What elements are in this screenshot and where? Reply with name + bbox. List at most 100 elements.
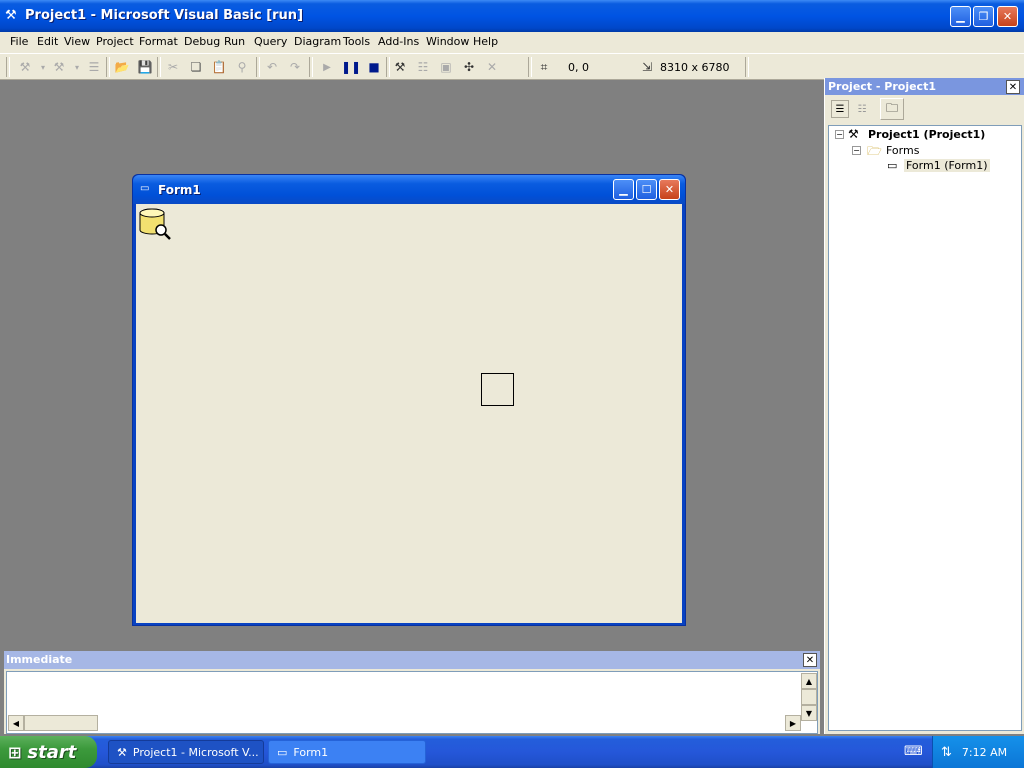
menu-help[interactable]: Help	[473, 35, 498, 48]
menu-add-ins[interactable]: Add-Ins	[378, 35, 419, 48]
menu-edit[interactable]: Edit	[37, 35, 58, 48]
vb-app-icon[interactable]: ⚒	[5, 8, 17, 23]
keyboard-icon[interactable]: ⌨	[904, 744, 923, 759]
form1-window[interactable]: ▭ Form1 ▁ ☐ ✕	[132, 174, 686, 626]
immediate-close-button[interactable]: ✕	[803, 653, 817, 667]
immediate-text-area[interactable]: ▲ ▼ ◀ ▶	[6, 671, 818, 734]
clock[interactable]: 7:12 AM	[962, 746, 1007, 759]
toolbox-icon[interactable]: ✕	[483, 58, 501, 76]
add-project-icon[interactable]: ⚒	[16, 58, 34, 76]
network-icon[interactable]: ⇅	[941, 745, 952, 760]
toolbar-grip[interactable]	[6, 57, 10, 77]
tree-project-root[interactable]: Project1 (Project1)	[868, 128, 985, 141]
save-project-icon[interactable]: 💾	[136, 58, 154, 76]
menu-debug[interactable]: Debug	[184, 35, 220, 48]
horizontal-scroll-thumb[interactable]	[24, 715, 98, 731]
restore-icon: ❐	[978, 10, 989, 23]
form1-maximize-button[interactable]: ☐	[636, 179, 657, 200]
scroll-up-button[interactable]: ▲	[801, 673, 817, 689]
scroll-down-button[interactable]: ▼	[801, 705, 817, 721]
immediate-title-bar: Immediate	[4, 651, 820, 669]
find-icon[interactable]: ⚲	[233, 58, 251, 76]
form1-minimize-button[interactable]: ▁	[613, 179, 634, 200]
toolbar-separator	[106, 57, 110, 77]
form-icon[interactable]: ▭	[140, 183, 149, 194]
paste-icon[interactable]: 📋	[210, 58, 228, 76]
project-explorer-panel: Project - Project1 ✕ ☰ ☷ 🗀 − ⚒ Project1 …	[824, 78, 1024, 734]
form1-close-button[interactable]: ✕	[659, 179, 680, 200]
folder-icon: 🗀	[885, 100, 898, 115]
menu-window[interactable]: Window	[426, 35, 469, 48]
menu-format[interactable]: Format	[139, 35, 178, 48]
toggle-folders-button[interactable]: 🗀	[880, 98, 904, 120]
minimize-icon: ▁	[619, 183, 628, 196]
arrow-left-icon: ◀	[12, 718, 20, 728]
form-icon: ▭	[887, 159, 898, 172]
menu-bar: File Edit View Project Format Debug Run …	[0, 32, 1024, 53]
toolbar-separator	[157, 57, 161, 77]
shape-control[interactable]	[481, 373, 514, 406]
menu-diagram[interactable]: Diagram	[294, 35, 341, 48]
menu-file[interactable]: File	[10, 35, 28, 48]
immediate-title: Immediate	[6, 653, 73, 666]
view-object-button[interactable]: ☷	[853, 100, 871, 118]
cut-icon[interactable]: ✂	[164, 58, 182, 76]
taskbar: ⊞ start ⚒ Project1 - Microsoft V... ▭ Fo…	[0, 736, 1024, 768]
redo-icon[interactable]: ↷	[286, 58, 304, 76]
properties-window-icon[interactable]: ☷	[414, 58, 432, 76]
tree-form1-item[interactable]: Form1 (Form1)	[904, 159, 990, 172]
taskbar-item-project1[interactable]: ⚒ Project1 - Microsoft V...	[108, 740, 264, 764]
end-icon[interactable]: ■	[365, 58, 383, 76]
title-bar[interactable]: ⚒ Project1 - Microsoft Visual Basic [run…	[0, 0, 1024, 32]
project-icon: ⚒	[848, 127, 859, 141]
taskbar-item-form1[interactable]: ▭ Form1	[268, 740, 426, 764]
data-control-icon[interactable]	[138, 206, 172, 240]
undo-icon[interactable]: ↶	[263, 58, 281, 76]
collapse-toggle-icon[interactable]: −	[852, 146, 861, 155]
scroll-right-button[interactable]: ▶	[785, 715, 801, 731]
menu-query[interactable]: Query	[254, 35, 287, 48]
object-browser-icon[interactable]: ✣	[460, 58, 478, 76]
view-code-button[interactable]: ☰	[831, 100, 849, 118]
form1-client-area[interactable]	[136, 204, 682, 623]
open-project-icon[interactable]: 📂	[113, 58, 131, 76]
project-explorer-icon[interactable]: ⚒	[391, 58, 409, 76]
project-tree[interactable]: − ⚒ Project1 (Project1) − 🗁 Forms ▭ Form…	[828, 125, 1022, 731]
minimize-button[interactable]: ▁	[950, 6, 971, 27]
project-panel-title-text: Project - Project1	[828, 80, 936, 93]
break-icon[interactable]: ❚❚	[341, 58, 361, 76]
arrow-up-icon: ▲	[805, 676, 813, 686]
close-icon: ✕	[1008, 81, 1018, 93]
add-form-icon[interactable]: ⚒	[50, 58, 68, 76]
collapse-toggle-icon[interactable]: −	[835, 130, 844, 139]
size-icon: ⇲	[641, 60, 653, 74]
menu-project[interactable]: Project	[96, 35, 134, 48]
view-code-icon: ☰	[835, 103, 845, 115]
start-icon[interactable]: ▶	[318, 58, 336, 76]
tree-forms-folder[interactable]: Forms	[886, 144, 919, 157]
maximize-button[interactable]: ❐	[973, 6, 994, 27]
standard-toolbar: ⚒ ▾ ⚒ ▾ ☰ 📂 💾 ✂ ❏ 📋 ⚲ ↶ ↷ ▶ ❚❚ ■ ⚒ ☷ ▣ ✣…	[0, 53, 1024, 80]
minimize-icon: ▁	[956, 10, 965, 23]
menu-view[interactable]: View	[64, 35, 90, 48]
immediate-window: Immediate ✕ ▲ ▼ ◀ ▶	[4, 651, 820, 734]
position-readout: 0, 0	[568, 61, 589, 74]
form-layout-icon[interactable]: ▣	[437, 58, 455, 76]
copy-icon[interactable]: ❏	[187, 58, 205, 76]
menu-tools[interactable]: Tools	[343, 35, 370, 48]
vertical-scroll-thumb[interactable]	[801, 689, 817, 705]
menu-editor-icon[interactable]: ☰	[85, 58, 103, 76]
vb-app-icon: ⚒	[117, 745, 127, 759]
close-button[interactable]: ✕	[997, 6, 1018, 27]
toolbar-separator	[745, 57, 749, 77]
arrow-down-icon: ▼	[805, 708, 813, 718]
menu-run[interactable]: Run	[224, 35, 245, 48]
project-panel-close-button[interactable]: ✕	[1006, 80, 1020, 94]
start-button[interactable]: ⊞ start	[0, 736, 97, 768]
folder-icon: 🗁	[867, 144, 882, 158]
scroll-left-button[interactable]: ◀	[8, 715, 24, 731]
form1-title-bar[interactable]: ▭ Form1 ▁ ☐ ✕	[133, 175, 685, 204]
close-icon: ✕	[664, 183, 675, 196]
toolbar-separator	[256, 57, 260, 77]
dropdown-arrow-icon[interactable]: ▾	[68, 58, 86, 76]
